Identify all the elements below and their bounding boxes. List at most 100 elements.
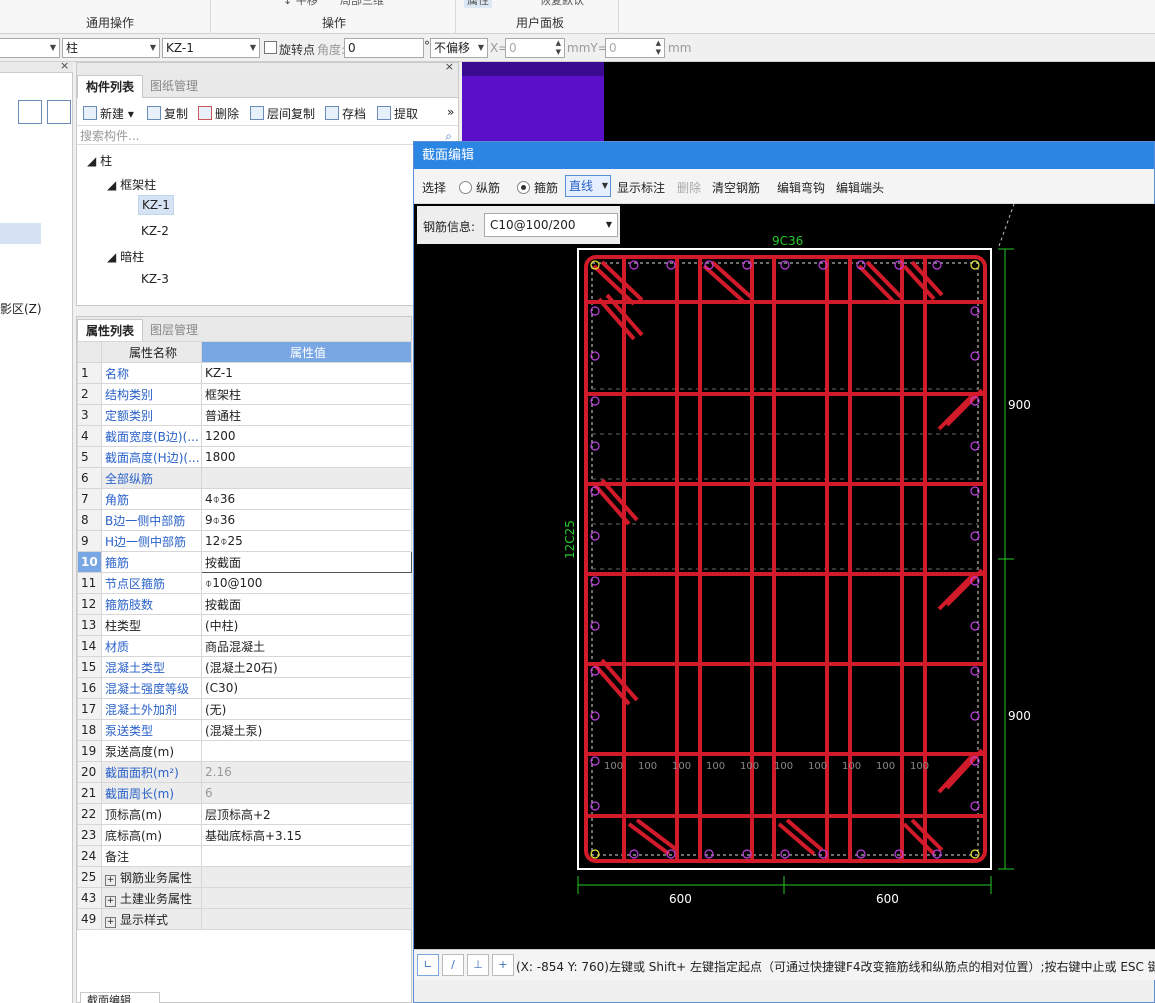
element-type-combo[interactable]: 柱 ▼ xyxy=(62,38,160,58)
property-value[interactable]: ⌽10@100 xyxy=(201,572,412,594)
property-value[interactable]: (混凝土20石) xyxy=(201,656,412,678)
property-row[interactable]: 25 + 钢筋业务属性 xyxy=(77,866,412,888)
select-tool[interactable]: 选择 xyxy=(422,179,446,196)
angle-input[interactable]: 0 xyxy=(344,38,424,58)
property-value[interactable]: (混凝土泵) xyxy=(201,719,412,741)
rotate-point-checkbox[interactable] xyxy=(264,41,277,54)
property-row[interactable]: 7 角筋 4⌽36 xyxy=(77,488,412,510)
grid-view-icon[interactable] xyxy=(47,100,71,124)
expand-plus-icon[interactable]: + xyxy=(105,916,116,928)
rebar-info-combo[interactable]: C10@100/200 ▼ xyxy=(484,213,618,237)
property-row[interactable]: 19 泵送高度(m) xyxy=(77,740,412,762)
property-row[interactable]: 13 柱类型 (中柱) xyxy=(77,614,412,636)
property-value[interactable] xyxy=(201,740,412,762)
pan-button-partial[interactable]: ↕ 平移 xyxy=(283,0,318,8)
new-button[interactable]: 新建 ▾ xyxy=(83,105,134,122)
property-value[interactable]: 普通柱 xyxy=(201,404,412,426)
property-row[interactable]: 16 混凝土强度等级 (C30) xyxy=(77,677,412,699)
tree-node-kz3[interactable]: KZ-3 xyxy=(141,272,169,286)
perpendicular-mode-icon[interactable]: ⊥ xyxy=(467,954,489,976)
more-icon[interactable]: » xyxy=(447,105,454,119)
property-row[interactable]: 11 节点区箍筋 ⌽10@100 xyxy=(77,572,412,594)
oblique-mode-icon[interactable]: ∕ xyxy=(442,954,464,976)
tab-property-list[interactable]: 属性列表 xyxy=(77,319,144,342)
extract-button[interactable]: 提取 xyxy=(377,105,418,122)
list-view-icon[interactable] xyxy=(18,100,42,124)
offset-mode-icon[interactable]: + xyxy=(492,954,514,976)
archive-button[interactable]: 存档 xyxy=(325,105,366,122)
stirrup-radio[interactable]: 箍筋 xyxy=(517,179,558,196)
property-value[interactable]: (C30) xyxy=(201,677,412,699)
property-row[interactable]: 24 备注 xyxy=(77,845,412,867)
property-value[interactable]: 6 xyxy=(201,782,412,804)
property-value[interactable]: 2.16 xyxy=(201,761,412,783)
property-value[interactable] xyxy=(201,887,412,909)
delete-tool-button[interactable]: 删除 xyxy=(677,179,701,196)
restore-default-button-partial[interactable]: 恢复默认 xyxy=(540,0,584,8)
selected-nav-item[interactable] xyxy=(0,223,41,244)
property-row[interactable]: 4 截面宽度(B边)(... 1200 xyxy=(77,425,412,447)
offset-combo[interactable]: 不偏移 ▼ xyxy=(430,38,488,58)
property-row[interactable]: 8 B边一侧中部筋 9⌽36 xyxy=(77,509,412,531)
property-row[interactable]: 18 泵送类型 (混凝土泵) xyxy=(77,719,412,741)
property-row[interactable]: 15 混凝土类型 (混凝土20石) xyxy=(77,656,412,678)
dialog-title[interactable]: 截面编辑 xyxy=(414,142,1154,169)
property-value[interactable]: 按截面 xyxy=(201,593,412,615)
tree-node-kz2[interactable]: KZ-2 xyxy=(141,224,169,238)
property-value[interactable]: 层顶标高+2 xyxy=(201,803,412,825)
edit-hook-button[interactable]: 编辑弯钩 xyxy=(777,179,825,196)
property-value[interactable]: 4⌽36 xyxy=(201,488,412,510)
property-value[interactable]: 商品混凝土 xyxy=(201,635,412,657)
local-3d-button-partial[interactable]: 局部三维 xyxy=(340,0,384,8)
longitudinal-radio[interactable]: 纵筋 xyxy=(459,179,500,196)
property-row[interactable]: 9 H边一侧中部筋 12⌽25 xyxy=(77,530,412,552)
property-value[interactable]: (中柱) xyxy=(201,614,412,636)
property-value[interactable]: (无) xyxy=(201,698,412,720)
ortho-mode-icon[interactable]: ∟ xyxy=(417,954,439,976)
property-value[interactable]: 9⌽36 xyxy=(201,509,412,531)
property-row[interactable]: 43 + 土建业务属性 xyxy=(77,887,412,909)
element-name-combo[interactable]: KZ-1 ▼ xyxy=(162,38,260,58)
y-offset-input[interactable]: 0 ▲ ▼ xyxy=(605,38,665,58)
tree-node-hidden-column[interactable]: ◢ 暗柱 xyxy=(107,248,144,265)
property-row[interactable]: 1 名称 KZ-1 xyxy=(77,362,412,384)
close-icon[interactable]: × xyxy=(445,60,454,73)
tab-component-list[interactable]: 构件列表 xyxy=(77,75,144,98)
component-search-input[interactable]: 搜索构件... ⌕ xyxy=(77,125,458,145)
property-row[interactable]: 14 材质 商品混凝土 xyxy=(77,635,412,657)
property-row[interactable]: 22 顶标高(m) 层顶标高+2 xyxy=(77,803,412,825)
property-row[interactable]: 21 截面周长(m) 6 xyxy=(77,782,412,804)
expand-plus-icon[interactable]: + xyxy=(105,895,116,907)
tab-section-edit-bottom[interactable]: 截面编辑 xyxy=(80,992,160,1003)
property-row[interactable]: 17 混凝土外加剂 (无) xyxy=(77,698,412,720)
copy-button[interactable]: 复制 xyxy=(147,105,188,122)
property-row[interactable]: 5 截面高度(H边)(... 1800 xyxy=(77,446,412,468)
section-drawing[interactable]: 9C36 12C25 900 900 600 600 100 100 100 100 100 100 1… xyxy=(414,203,1155,949)
property-value[interactable]: 1800 xyxy=(201,446,412,468)
edit-end-button[interactable]: 编辑端头 xyxy=(836,179,884,196)
section-drawing-area[interactable]: 9C36 12C25 900 900 600 600 100 100 100 100 100 100 1… xyxy=(414,203,1155,949)
property-row[interactable]: 23 底标高(m) 基础底标高+3.15 xyxy=(77,824,412,846)
tree-node-kz1[interactable]: KZ-1 xyxy=(138,195,174,215)
property-value[interactable] xyxy=(201,908,412,930)
property-row[interactable]: 12 箍筋肢数 按截面 xyxy=(77,593,412,615)
tab-layer-management[interactable]: 图层管理 xyxy=(142,319,206,341)
tab-drawing-management[interactable]: 图纸管理 xyxy=(142,75,206,97)
property-value[interactable]: 1200 xyxy=(201,425,412,447)
line-mode-combo[interactable]: 直线 ▼ xyxy=(565,175,611,197)
property-row[interactable]: 20 截面面积(m²) 2.16 xyxy=(77,761,412,783)
nav-item-shadow-area[interactable]: 影区(Z) xyxy=(0,300,42,317)
properties-button-partial[interactable]: 属性 xyxy=(464,0,492,8)
show-label-button[interactable]: 显示标注 xyxy=(617,179,665,196)
close-icon[interactable]: × xyxy=(60,59,69,72)
x-offset-input[interactable]: 0 ▲ ▼ xyxy=(505,38,565,58)
floor-combo[interactable]: ▼ xyxy=(0,38,60,58)
delete-button[interactable]: 删除 xyxy=(198,105,239,122)
property-value[interactable]: 12⌽25 xyxy=(201,530,412,552)
property-value[interactable]: 按截面 xyxy=(201,551,412,573)
expand-plus-icon[interactable]: + xyxy=(105,874,116,886)
tree-node-column[interactable]: ◢ 柱 xyxy=(87,152,112,169)
tree-node-frame-column[interactable]: ◢ 框架柱 xyxy=(107,176,156,193)
property-row[interactable]: 6 全部纵筋 xyxy=(77,467,412,489)
property-row[interactable]: 2 结构类别 框架柱 xyxy=(77,383,412,405)
